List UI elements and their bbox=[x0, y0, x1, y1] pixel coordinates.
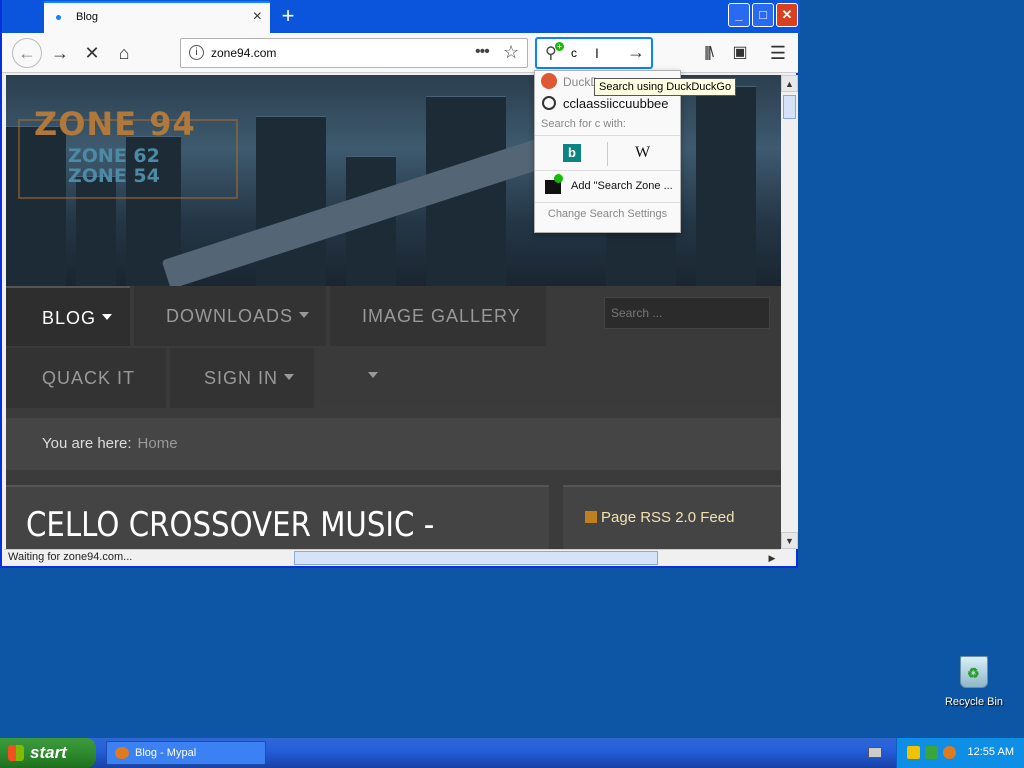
system-tray: 12:55 AM bbox=[896, 738, 1024, 768]
start-button[interactable]: start bbox=[0, 738, 96, 768]
one-off-engines: b W bbox=[535, 135, 680, 171]
search-bar[interactable]: ⚲ + c I → bbox=[536, 38, 652, 68]
nav-downloads-label: DOWNLOADS bbox=[166, 306, 294, 326]
chevron-down-icon bbox=[284, 374, 295, 380]
taskbar: start Blog - Mypal 12:55 AM bbox=[0, 738, 1024, 768]
breadcrumb-label: You are here: bbox=[42, 435, 132, 452]
article-title[interactable]: CELLO CROSSOVER MUSIC - ROCK bbox=[26, 505, 476, 549]
url-bar[interactable]: i zone94.com ••• ☆ bbox=[180, 38, 528, 68]
menu-icon[interactable]: ☰ bbox=[764, 39, 792, 67]
breadcrumb-home-link[interactable]: Home bbox=[138, 435, 178, 452]
forward-button[interactable]: → bbox=[46, 39, 74, 67]
rss-icon bbox=[585, 511, 597, 523]
site-logo[interactable]: ZONE 94 bbox=[34, 105, 196, 143]
scroll-down-icon[interactable]: ▼ bbox=[781, 532, 798, 549]
horizontal-scrollbar[interactable]: ▶ bbox=[292, 550, 780, 566]
recycle-bin-label: Recycle Bin bbox=[944, 696, 1004, 708]
tab-loading-icon bbox=[56, 15, 61, 20]
nav-blog-label: BLOG bbox=[42, 308, 97, 328]
chevron-down-icon bbox=[368, 372, 378, 378]
scroll-right-icon[interactable]: ▶ bbox=[764, 550, 780, 566]
bookmark-star-icon[interactable]: ☆ bbox=[503, 42, 519, 63]
wikipedia-icon[interactable]: W bbox=[635, 144, 650, 162]
scroll-up-icon[interactable]: ▲ bbox=[781, 75, 798, 92]
banner-building bbox=[696, 86, 756, 286]
maximize-button[interactable]: □ bbox=[752, 3, 774, 27]
rss-link[interactable]: Page RSS 2.0 Feed bbox=[585, 509, 734, 526]
recycle-bin-icon: ♻ bbox=[960, 656, 988, 688]
horizontal-scroll-thumb[interactable] bbox=[294, 551, 658, 565]
tab-blog[interactable]: Blog × bbox=[44, 1, 270, 33]
sidebar-icon[interactable]: ▣ bbox=[726, 39, 754, 67]
add-badge-icon bbox=[554, 174, 563, 183]
search-go-button[interactable]: → bbox=[627, 42, 645, 63]
rss-card: Page RSS 2.0 Feed bbox=[563, 485, 781, 549]
duckduckgo-icon bbox=[541, 73, 557, 89]
mypal-icon bbox=[115, 747, 129, 759]
bing-icon[interactable]: b bbox=[563, 144, 581, 162]
url-text: zone94.com bbox=[211, 46, 277, 60]
tab-title: Blog bbox=[76, 11, 99, 23]
nav-image-gallery-label: IMAGE GALLERY bbox=[362, 306, 521, 326]
new-tab-button[interactable]: + bbox=[276, 2, 300, 30]
chevron-down-icon bbox=[299, 312, 310, 318]
rss-label: Page RSS 2.0 Feed bbox=[601, 509, 735, 526]
status-text: Waiting for zone94.com... bbox=[8, 551, 133, 563]
security-shield-icon[interactable] bbox=[907, 746, 920, 759]
nav-quack-it[interactable]: QUACK IT bbox=[6, 348, 166, 408]
nav-blog[interactable]: BLOG bbox=[6, 286, 130, 346]
history-suggestion-text: cclaassiiccuubbee bbox=[563, 96, 669, 111]
logo-sub-zone54: ZONE 54 bbox=[68, 165, 160, 187]
close-window-button[interactable]: ✕ bbox=[776, 3, 798, 27]
vertical-scroll-thumb[interactable] bbox=[783, 95, 796, 119]
history-suggestion[interactable]: cclaassiiccuubbee bbox=[535, 93, 680, 113]
tab-close-icon[interactable]: × bbox=[253, 8, 262, 26]
start-label: start bbox=[30, 743, 67, 762]
minimize-button[interactable]: _ bbox=[728, 3, 750, 27]
windows-logo-icon bbox=[8, 745, 24, 761]
nav-image-gallery[interactable]: IMAGE GALLERY bbox=[330, 286, 546, 378]
taskbar-item-blog[interactable]: Blog - Mypal bbox=[106, 741, 266, 765]
text-cursor-icon: I bbox=[595, 45, 599, 61]
library-icon[interactable]: |||\ bbox=[694, 39, 722, 67]
network-icon[interactable] bbox=[925, 746, 938, 759]
page-actions-icon[interactable]: ••• bbox=[475, 43, 490, 61]
title-bar: Blog × + _ □ ✕ bbox=[2, 0, 800, 33]
nav-downloads[interactable]: DOWNLOADS bbox=[134, 286, 326, 346]
vertical-scrollbar[interactable]: ▲ ▼ bbox=[781, 75, 798, 549]
add-engine-badge-icon: + bbox=[555, 42, 564, 51]
home-button[interactable]: ⌂ bbox=[110, 39, 138, 67]
back-button[interactable]: ← bbox=[12, 38, 42, 68]
site-search-input[interactable]: Search ... bbox=[604, 297, 770, 329]
nav-quack-it-label: QUACK IT bbox=[42, 368, 136, 388]
search-tray-icon[interactable] bbox=[943, 746, 956, 759]
add-search-engine-item[interactable]: Add "Search Zone ... bbox=[535, 171, 680, 203]
site-nav: BLOG DOWNLOADS IMAGE GALLERY QUACK IT SI… bbox=[6, 286, 781, 408]
keyboard-icon[interactable] bbox=[868, 747, 882, 758]
change-search-settings-button[interactable]: Change Search Settings bbox=[535, 208, 680, 220]
taskbar-item-label: Blog - Mypal bbox=[135, 747, 197, 759]
search-for-label: Search for c with: bbox=[541, 118, 626, 130]
add-engine-label: Add "Search Zone ... bbox=[571, 180, 673, 192]
search-input[interactable]: c bbox=[571, 46, 577, 60]
nav-sign-in-label: SIGN IN bbox=[204, 368, 279, 388]
nav-toolbar: ← → ✕ ⌂ i zone94.com ••• ☆ ⚲ + c I → |||… bbox=[2, 33, 798, 73]
divider bbox=[607, 142, 608, 166]
logo-sub-zone62: ZONE 62 bbox=[68, 145, 160, 167]
recycle-bin[interactable]: ♻ Recycle Bin bbox=[944, 656, 1004, 708]
nav-sign-in[interactable]: SIGN IN bbox=[170, 348, 314, 408]
stop-button[interactable]: ✕ bbox=[78, 39, 106, 67]
history-clock-icon bbox=[542, 96, 556, 110]
article-card: CELLO CROSSOVER MUSIC - ROCK bbox=[6, 485, 549, 549]
tooltip: Search using DuckDuckGo bbox=[594, 78, 737, 96]
banner-building bbox=[256, 116, 326, 286]
chevron-down-icon bbox=[102, 314, 113, 320]
site-info-icon[interactable]: i bbox=[189, 45, 204, 60]
clock: 12:55 AM bbox=[967, 746, 1014, 758]
breadcrumb: You are here: Home bbox=[6, 418, 781, 470]
